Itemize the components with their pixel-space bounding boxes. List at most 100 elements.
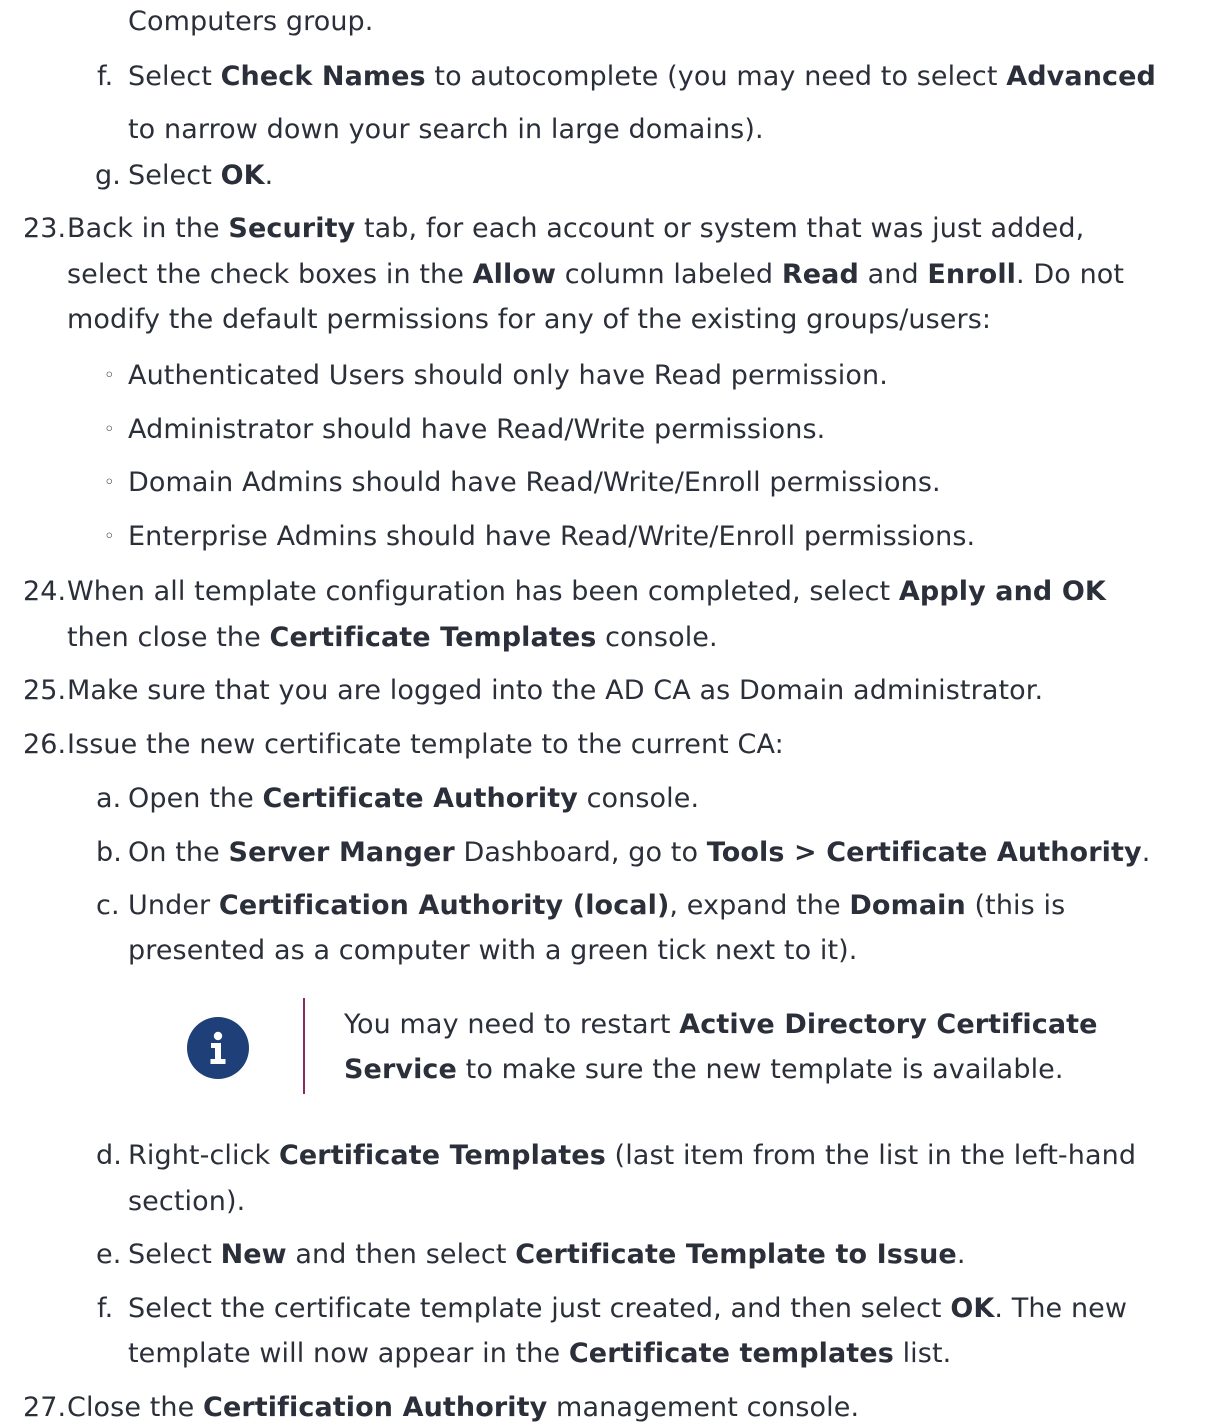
step-24-line-2: then close the Certificate Templates con… — [67, 620, 718, 656]
step-number-26: 26. — [23, 729, 67, 760]
bullet-item: Domain Admins should have Read/Write/Enr… — [128, 467, 941, 498]
text: and then select — [286, 1239, 516, 1270]
sub-marker-d: d. — [96, 1140, 122, 1171]
step-23-line-3: modify the default permissions for any o… — [67, 304, 992, 335]
bold-term: Advanced — [1006, 61, 1156, 92]
bold-term: Certification Authority — [203, 1392, 548, 1423]
text: tab, for each account or system that was… — [355, 213, 1085, 244]
text: Select the certificate template just cre… — [128, 1293, 951, 1324]
bold-term: OK — [220, 160, 265, 191]
bold-term: Tools > Certificate Authority — [706, 837, 1142, 868]
bold-term: Check Names — [220, 61, 426, 92]
step-number-27: 27. — [23, 1392, 67, 1423]
text: Dashboard, go to — [454, 837, 707, 868]
sub-marker-b: b. — [96, 837, 122, 868]
text: and — [858, 259, 928, 290]
bold-term: Server Manger — [228, 837, 455, 868]
bold-term: Service — [344, 1054, 457, 1085]
step-22f-line-1: Select Check Names to autocomplete (you … — [128, 59, 1156, 95]
text: When all template configuration has been… — [67, 576, 899, 607]
sub-marker-c: c. — [96, 890, 120, 921]
text: column labeled — [556, 259, 782, 290]
step-26f-line-2: template will now appear in the Certific… — [128, 1336, 951, 1372]
text: On the — [128, 837, 229, 868]
text: Back in the — [67, 213, 229, 244]
step-26e-line: Select New and then select Certificate T… — [128, 1237, 966, 1273]
text: Close the — [67, 1392, 204, 1423]
step-26a-line: Open the Certificate Authority console. — [128, 781, 699, 817]
step-26c-line-1: Under Certification Authority (local), e… — [128, 888, 1065, 924]
text: console. — [577, 783, 700, 814]
bold-term: Certificate Authority — [262, 783, 578, 814]
text: . — [1141, 837, 1151, 868]
note-line-2: Service to make sure the new template is… — [344, 1052, 1064, 1088]
bold-term: Apply and OK — [898, 576, 1106, 607]
info-icon — [187, 1017, 249, 1079]
step-22e-continuation: Computers group. — [128, 4, 373, 40]
bold-term: Certificate Templates — [278, 1140, 606, 1171]
text: console. — [596, 622, 718, 653]
bold-term: Active Directory Certificate — [679, 1009, 1098, 1040]
sub-marker-e: e. — [96, 1239, 122, 1270]
step-number-25: 25. — [23, 675, 67, 706]
step-25-line: Make sure that you are logged into the A… — [67, 675, 1044, 706]
continuation-text: Computers group. — [128, 6, 374, 37]
bullet-item: Authenticated Users should only have Rea… — [128, 360, 888, 391]
step-number-24: 24. — [23, 576, 67, 607]
step-26f-line-1: Select the certificate template just cre… — [128, 1291, 1127, 1327]
text: to autocomplete (you may need to select — [425, 61, 1007, 92]
bold-term: Certificate Templates — [269, 622, 597, 653]
note-line-1: You may need to restart Active Directory… — [344, 1007, 1098, 1043]
text: management console. — [547, 1392, 860, 1423]
text: . The new — [994, 1293, 1128, 1324]
text: select the check boxes in the — [67, 259, 473, 290]
bullet-marker: ◦ — [104, 472, 115, 493]
bullet-item: Enterprise Admins should have Read/Write… — [128, 521, 976, 552]
text: , expand the — [669, 890, 850, 921]
text: Select — [128, 160, 221, 191]
step-27-line: Close the Certification Authority manage… — [67, 1390, 859, 1426]
bold-term: New — [220, 1239, 287, 1270]
bold-term: Certification Authority (local) — [218, 890, 670, 921]
text: Select — [128, 1239, 221, 1270]
step-number-23: 23. — [23, 213, 67, 244]
step-26b-line: On the Server Manger Dashboard, go to To… — [128, 835, 1150, 871]
bullet-marker: ◦ — [104, 526, 115, 547]
note-divider — [303, 998, 305, 1094]
bold-term: Certificate Template to Issue — [515, 1239, 957, 1270]
text: then close the — [67, 622, 270, 653]
sub-marker-f: f. — [97, 1293, 114, 1324]
bold-term: Read — [781, 259, 859, 290]
bullet-item: Administrator should have Read/Write per… — [128, 414, 826, 445]
text: You may need to restart — [344, 1009, 680, 1040]
bold-term: Allow — [472, 259, 557, 290]
text: template will now appear in the — [128, 1338, 569, 1369]
bold-term: Security — [228, 213, 356, 244]
bold-term: Enroll — [927, 259, 1017, 290]
bold-term: OK — [950, 1293, 995, 1324]
sub-marker-a: a. — [96, 783, 122, 814]
step-22f-line-2: to narrow down your search in large doma… — [128, 114, 764, 145]
step-23-line-2: select the check boxes in the Allow colu… — [67, 257, 1124, 293]
text: Under — [128, 890, 219, 921]
step-23-line-1: Back in the Security tab, for each accou… — [67, 211, 1084, 247]
text: (last item from the list in the left-han… — [605, 1140, 1137, 1171]
text: Open the — [128, 783, 263, 814]
sub-marker-g: g. — [95, 160, 121, 191]
bold-term: Domain — [849, 890, 966, 921]
text: . — [264, 160, 274, 191]
text: Right-click — [128, 1140, 279, 1171]
text: . — [956, 1239, 966, 1270]
text: . Do not — [1016, 259, 1125, 290]
bullet-marker: ◦ — [104, 419, 115, 440]
sub-marker-f: f. — [97, 61, 114, 92]
step-26d-line-1: Right-click Certificate Templates (last … — [128, 1138, 1136, 1174]
text: Select — [128, 61, 221, 92]
text: (this is — [965, 890, 1066, 921]
step-26d-line-2: section). — [128, 1186, 246, 1217]
step-24-line-1: When all template configuration has been… — [67, 574, 1106, 610]
text: list. — [893, 1338, 952, 1369]
info-glyph — [210, 1031, 226, 1064]
text: to make sure the new template is availab… — [456, 1054, 1064, 1085]
step-26-line: Issue the new certificate template to th… — [67, 729, 784, 760]
